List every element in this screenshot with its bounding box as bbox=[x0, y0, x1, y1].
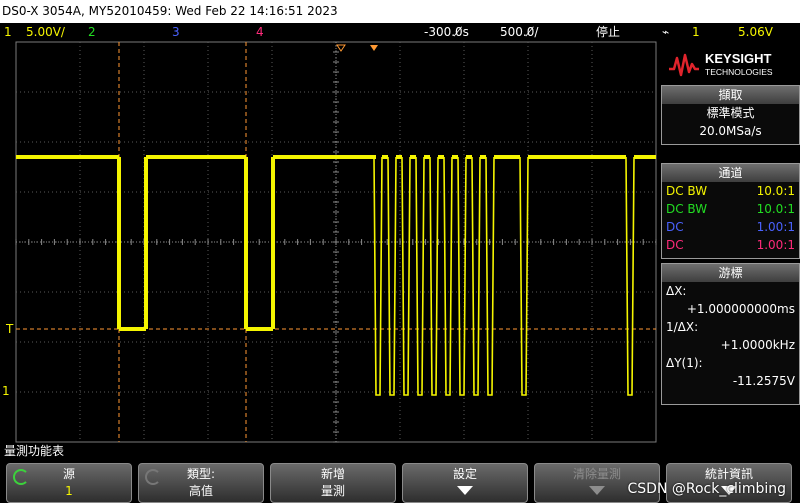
watermark: CSDN @Rock_climbing bbox=[627, 481, 786, 497]
time-scale[interactable]: 500.0̸/ bbox=[500, 23, 538, 41]
inv-dx-label: 1/ΔX: bbox=[666, 320, 699, 334]
channel-coupling: DC BW bbox=[666, 184, 708, 198]
softkey-value: 1 bbox=[65, 484, 73, 498]
softkey-label: 統計資訊 bbox=[704, 467, 753, 481]
channel-row-3: DC 1.00:1 bbox=[662, 218, 799, 236]
trace-pulse bbox=[373, 156, 383, 396]
source-softkey[interactable]: 源 1 bbox=[6, 463, 132, 503]
trace-pulse bbox=[443, 156, 453, 396]
trace-pulse bbox=[485, 156, 495, 396]
window-title-bar: DS0-X 3054A, MY52010459: Wed Feb 22 14:1… bbox=[0, 0, 800, 23]
trigger-source[interactable]: 1 bbox=[692, 23, 700, 41]
keysight-wave-icon: KEYSIGHT TECHNOLOGIES bbox=[669, 51, 773, 77]
channels-header: 通道 bbox=[662, 164, 799, 182]
channel-row-1: DC BW 10.0:1 bbox=[662, 182, 799, 200]
graticule bbox=[15, 41, 657, 443]
down-arrow-icon bbox=[589, 486, 605, 495]
trace-pulse bbox=[415, 156, 425, 396]
softkey-value: 量測 bbox=[320, 484, 345, 498]
measure-menu-label: 量測功能表 bbox=[0, 443, 800, 460]
logo-sub: TECHNOLOGIES bbox=[705, 67, 773, 77]
status-bar: 1 5.00V/ 2 3 4 -300.0̸s 500.0̸/ 停止 ⌁ 1 5… bbox=[0, 23, 800, 41]
measure-menu-title: 量測功能表 bbox=[4, 444, 65, 458]
type-softkey[interactable]: 類型: 高值 bbox=[138, 463, 264, 503]
cursors-box[interactable]: 游標 ΔX: +1.000000000ms 1/ΔX: +1.0000kHz Δ… bbox=[661, 263, 800, 405]
level-markers: T 1 bbox=[2, 44, 378, 398]
trace-pulse bbox=[625, 156, 635, 396]
time-offset[interactable]: -300.0̸s bbox=[424, 23, 469, 41]
sample-rate: 20.0MSa/s bbox=[699, 124, 762, 138]
channel-coupling: DC bbox=[666, 238, 684, 252]
dy-value: -11.2575V bbox=[732, 374, 795, 388]
right-info-panel: KEYSIGHT TECHNOLOGIES 擷取 標準模式 20.0MSa/s … bbox=[660, 41, 800, 443]
ch1-label[interactable]: 1 bbox=[4, 23, 12, 41]
dy-label: ΔY(1): bbox=[666, 356, 703, 370]
acquisition-mode: 標準模式 bbox=[706, 106, 755, 120]
delay-marker bbox=[370, 45, 378, 51]
dx-label: ΔX: bbox=[666, 284, 687, 298]
logo-brand: KEYSIGHT bbox=[705, 51, 772, 66]
channel-probe: 10.0:1 bbox=[756, 184, 795, 198]
run-state[interactable]: 停止 bbox=[596, 23, 620, 41]
channel-coupling: DC bbox=[666, 220, 684, 234]
waveform-display[interactable]: T 1 bbox=[0, 41, 660, 443]
ch2-label[interactable]: 2 bbox=[88, 23, 96, 41]
trigger-edge-icon: ⌁ bbox=[662, 25, 670, 39]
channel-coupling: DC BW bbox=[666, 202, 708, 216]
settings-softkey[interactable]: 設定 bbox=[402, 463, 528, 503]
softkey-label: 類型: bbox=[186, 467, 216, 481]
trigger-level[interactable]: 5.06V bbox=[738, 23, 773, 41]
channel-row-2: DC BW 10.0:1 bbox=[662, 200, 799, 218]
trace-pulse bbox=[471, 156, 481, 396]
channel-probe: 1.00:1 bbox=[756, 220, 795, 234]
channels-box[interactable]: 通道 DC BW 10.0:1 DC BW 10.0:1 DC 1.00:1 D… bbox=[661, 163, 800, 259]
softkey-value: 高值 bbox=[188, 484, 213, 498]
trace-pulse bbox=[519, 156, 529, 396]
channel-row-4: DC 1.00:1 bbox=[662, 236, 799, 254]
softkey-bar: 源 1 類型: 高值 新增 量測 設定 清除量測 統計資訊 CSDN @Rock… bbox=[0, 460, 800, 503]
channel-probe: 10.0:1 bbox=[756, 202, 795, 216]
cursors-header: 游標 bbox=[662, 264, 799, 282]
keysight-logo: KEYSIGHT TECHNOLOGIES bbox=[661, 42, 798, 84]
dx-value: +1.000000000ms bbox=[686, 302, 795, 316]
channel-probe: 1.00:1 bbox=[756, 238, 795, 252]
softkey-label: 清除量測 bbox=[572, 467, 621, 481]
trace-pulse bbox=[457, 156, 467, 396]
add-measurement-softkey[interactable]: 新增 量測 bbox=[270, 463, 396, 503]
softkey-label: 新增 bbox=[320, 467, 345, 481]
trigger-level-marker: T bbox=[5, 322, 14, 336]
ch1-ground-marker: 1 bbox=[2, 384, 10, 398]
waveform-svg[interactable]: T 1 bbox=[0, 41, 660, 443]
down-arrow-icon bbox=[457, 486, 473, 495]
trace-pulse bbox=[387, 156, 397, 396]
trigger-position-marker bbox=[336, 44, 346, 52]
softkey-label: 源 bbox=[62, 467, 75, 481]
ch4-label[interactable]: 4 bbox=[256, 23, 264, 41]
window-title: DS0-X 3054A, MY52010459: Wed Feb 22 14:1… bbox=[2, 4, 338, 18]
inv-dx-value: +1.0000kHz bbox=[720, 338, 795, 352]
trace-pulse bbox=[429, 156, 439, 396]
trace-pulse bbox=[401, 156, 411, 396]
ch1-scale[interactable]: 5.00V/ bbox=[26, 23, 65, 41]
ch3-label[interactable]: 3 bbox=[172, 23, 180, 41]
softkey-label: 設定 bbox=[452, 467, 477, 481]
acquisition-header: 擷取 bbox=[662, 86, 799, 104]
acquisition-box[interactable]: 擷取 標準模式 20.0MSa/s bbox=[661, 85, 800, 145]
